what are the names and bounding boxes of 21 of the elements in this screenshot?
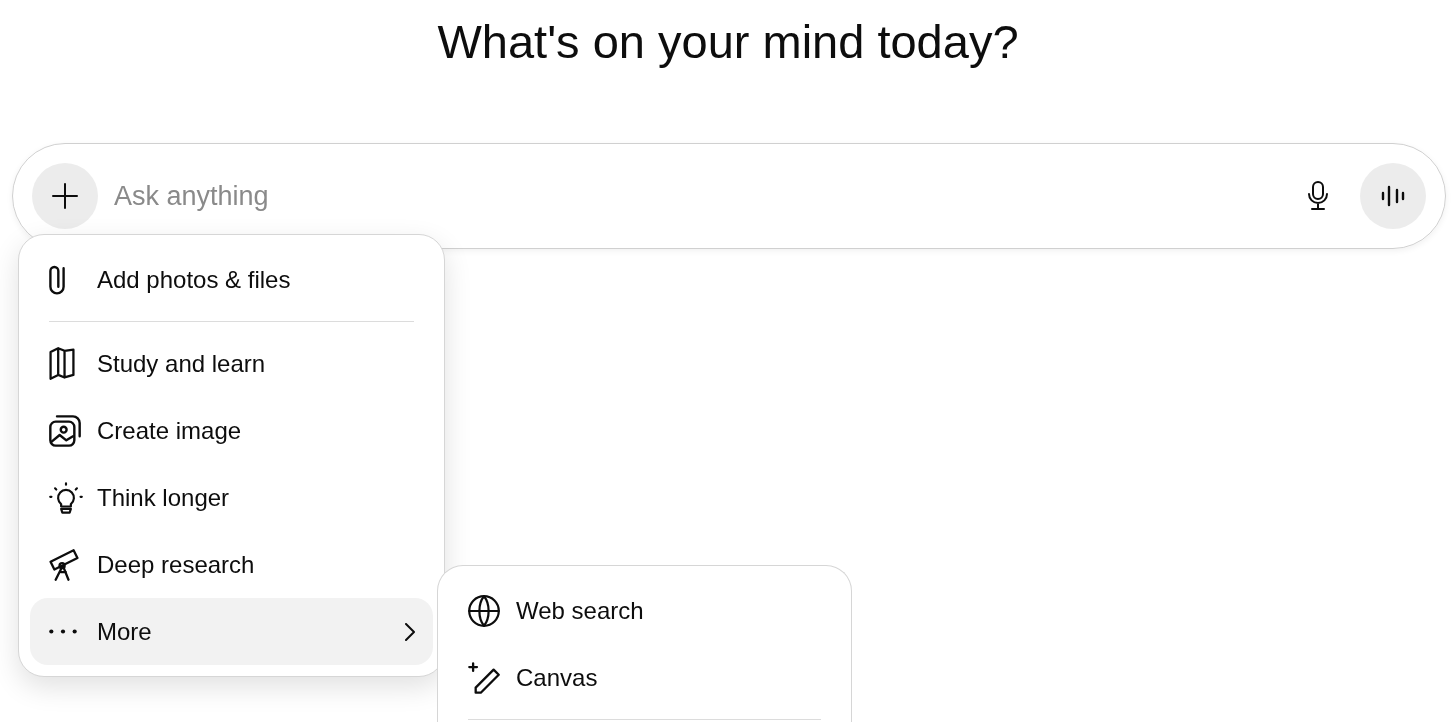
lightbulb-icon <box>49 481 83 514</box>
menu-item[interactable]: Create image <box>30 397 433 464</box>
ellipsis-icon <box>49 629 77 634</box>
waveform-icon <box>1380 185 1406 208</box>
menu-item[interactable]: Web search <box>449 577 840 644</box>
globe-icon <box>468 594 500 627</box>
microphone-icon <box>1306 180 1330 213</box>
heading: What's on your mind today? <box>436 14 1020 70</box>
menu-item[interactable]: Think longer <box>30 464 433 531</box>
telescope-icon <box>49 548 79 581</box>
paperclip-icon <box>49 263 65 296</box>
menu-item[interactable]: Study and learn <box>30 330 433 397</box>
book-icon <box>49 347 75 380</box>
chevron-right-icon <box>405 622 415 641</box>
images-icon <box>49 414 81 447</box>
plus-icon <box>52 183 78 210</box>
menu-item[interactable]: Canvas <box>449 644 840 711</box>
menu-item[interactable]: More <box>30 598 433 665</box>
message-field[interactable]: Ask anything <box>112 175 1302 218</box>
pencil-icon <box>468 661 500 694</box>
menu-item[interactable]: Deep research <box>30 531 433 598</box>
